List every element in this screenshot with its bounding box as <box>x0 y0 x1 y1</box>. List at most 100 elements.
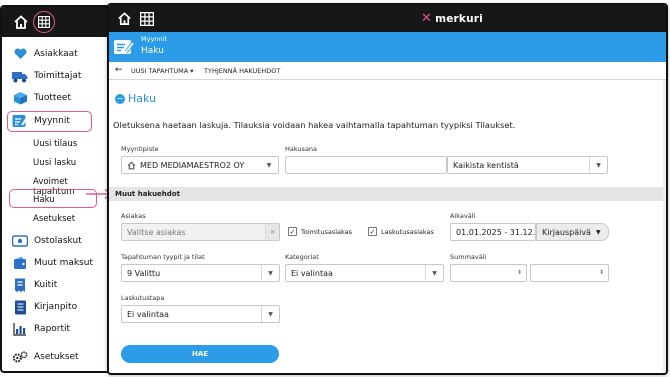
sidebar-item-muut-maksut[interactable]: Muut maksut <box>12 253 93 273</box>
toimitusasiakas-checkbox[interactable]: ✓ Toimitusasiakas <box>288 227 352 236</box>
chevron-down-icon: ▼ <box>261 265 279 281</box>
hakusana-input[interactable] <box>285 156 447 174</box>
laskutustapa-select[interactable]: Ei valintaa ▼ <box>121 305 280 323</box>
main-window: ✕ merkuri Myynnit Haku ← UUSI TAPAHTUMA … <box>107 3 668 375</box>
sidebar-topbar <box>2 7 111 37</box>
merkuri-logo-icon: ✕ <box>421 11 433 26</box>
new-event-dropdown[interactable]: UUSI TAPAHTUMA ▾ <box>131 67 194 75</box>
new-event-label: UUSI TAPAHTUMA <box>131 67 189 75</box>
myyntipiste-value: MED MEDIAMAESTRO2 OY <box>140 160 245 170</box>
invoice-edit-icon <box>113 38 135 60</box>
gears-icon <box>12 349 28 365</box>
apps-grid-icon[interactable] <box>139 11 155 30</box>
sidebar-item-label: Toimittajat <box>34 71 82 81</box>
aikavali-value: 01.01.2025 - 31.12.202 <box>456 227 535 237</box>
stepper-icon[interactable]: ⬍ <box>517 269 522 276</box>
laskutusasiakas-checkbox[interactable]: ✓ Laskutusasiakas <box>368 227 434 236</box>
summa-max-input[interactable]: ⬍ <box>530 264 609 282</box>
clear-filters-button[interactable]: TYHJENNÄ HAKUEHDOT <box>204 67 280 75</box>
laskutustapa-value: Ei valintaa <box>127 309 169 319</box>
sidebar-item-label: Tuotteet <box>34 93 72 103</box>
sidebar-subitem-uusi-lasku[interactable]: Uusi lasku <box>33 158 76 168</box>
date-type-select[interactable]: Kirjauspäivä ▼ <box>536 223 609 241</box>
app-topbar: ✕ merkuri <box>109 5 666 32</box>
sidebar-item-kuitit[interactable]: Kuitit <box>12 275 57 295</box>
home-icon[interactable] <box>117 11 132 30</box>
asiakas-select[interactable]: Valitse asiakas × <box>121 223 280 241</box>
section-other-criteria: Muut hakuehdot <box>109 187 666 201</box>
sidebar-item-label: Muut maksut <box>34 258 93 268</box>
tyypit-value: 9 Valittu <box>127 268 161 278</box>
date-type-value: Kirjauspäivä <box>542 227 591 237</box>
search-fields-select[interactable]: Kaikista kentistä ▼ <box>447 156 608 174</box>
sidebar-subitem-uusi-tilaus[interactable]: Uusi tilaus <box>33 139 77 149</box>
sidebar-item-label: Myynnit <box>34 116 70 126</box>
aikavali-label: Aikaväli <box>450 212 476 220</box>
sidebar-item-label: Ostolaskut <box>34 236 82 246</box>
sidebar-item-asiakkaat[interactable]: Asiakkaat <box>12 44 78 64</box>
summavali-label: Summaväli <box>450 253 487 261</box>
checkmark-icon[interactable]: ✓ <box>288 227 297 236</box>
toimitusasiakas-label: Toimitusasiakas <box>301 227 353 236</box>
logo-text: merkuri <box>435 12 483 25</box>
sidebar-item-label: Kirjanpito <box>34 302 78 312</box>
sidebar-item-myynnit[interactable]: Myynnit <box>12 111 70 131</box>
search-submit-button[interactable]: HAE <box>121 345 279 363</box>
sidebar-item-kirjanpito[interactable]: Kirjanpito <box>12 297 77 317</box>
search-fields-value: Kaikista kentistä <box>453 160 519 170</box>
page-heading[interactable]: − Haku <box>115 92 156 105</box>
chevron-down-icon: ▼ <box>589 157 607 173</box>
invoice-edit-icon <box>12 113 28 129</box>
laskutustapa-label: Laskutustapa <box>121 294 165 302</box>
sidebar-item-tuotteet[interactable]: Tuotteet <box>12 88 71 108</box>
tyypit-select[interactable]: 9 Valittu ▼ <box>121 264 280 282</box>
sidebar-item-label: Kuitit <box>34 280 58 290</box>
sidebar-item-raportit[interactable]: Raportit <box>12 319 70 339</box>
sidebar-item-ostolaskut[interactable]: Ostolaskut <box>12 231 82 251</box>
sidebar-item-asetukset[interactable]: Asetukset <box>12 347 79 367</box>
module-breadcrumb[interactable]: Myynnit <box>141 35 167 43</box>
aikavali-input[interactable]: 01.01.2025 - 31.12.202 <box>450 223 536 241</box>
kategoriat-value: Ei valintaa <box>291 268 333 278</box>
chevron-down-icon: ▼ <box>261 306 279 322</box>
home-small-icon <box>127 161 136 170</box>
home-icon[interactable] <box>13 14 29 34</box>
summa-min-input[interactable]: ⬍ <box>450 264 527 282</box>
apps-grid-icon[interactable] <box>33 11 55 33</box>
chart-icon <box>12 321 28 337</box>
back-arrow-icon[interactable]: ← <box>115 65 123 75</box>
wallet-icon <box>12 255 28 271</box>
tyypit-label: Tapahtuman tyypit ja tilat <box>121 253 205 261</box>
sidebar-item-label: Asiakkaat <box>34 49 78 59</box>
myyntipiste-select[interactable]: MED MEDIAMAESTRO2 OY ▼ <box>121 156 279 174</box>
checkmark-icon[interactable]: ✓ <box>368 227 377 236</box>
kategoriat-select[interactable]: Ei valintaa ▼ <box>285 264 444 282</box>
page-heading-label: Haku <box>128 92 157 105</box>
stepper-icon[interactable]: ⬍ <box>599 269 604 276</box>
toolbar: ← UUSI TAPAHTUMA ▾ TYHJENNÄ HAKUEHDOT <box>109 62 666 80</box>
sidebar-item-label: Asetukset <box>34 352 79 362</box>
asiakas-placeholder: Valitse asiakas <box>127 227 186 237</box>
collapse-minus-icon[interactable]: − <box>115 93 125 104</box>
box-icon <box>12 90 28 106</box>
hakusana-label: Hakusana <box>285 145 318 153</box>
scrollbar[interactable] <box>663 80 666 373</box>
receipt-icon <box>12 277 28 293</box>
chevron-down-icon: ▼ <box>266 161 272 169</box>
cash-icon <box>12 233 28 249</box>
sidebar-item-toimittajat[interactable]: Toimittajat <box>12 66 81 86</box>
module-title: Haku <box>141 46 164 56</box>
sidebar-item-label: Raportit <box>34 324 71 334</box>
clear-x-icon[interactable]: × <box>265 224 279 240</box>
kategoriat-label: Kategoriat <box>285 253 319 261</box>
asiakas-label: Asiakas <box>121 212 146 220</box>
laskutusasiakas-label: Laskutusasiakas <box>381 227 434 236</box>
heart-hands-icon <box>12 46 28 62</box>
module-header: Myynnit Haku <box>109 32 666 62</box>
caret-down-icon: ▼ <box>595 228 601 236</box>
sidebar-subitem-asetukset[interactable]: Asetukset <box>33 214 75 224</box>
merkuri-logo: ✕ merkuri <box>421 11 483 26</box>
sidebar-subitem-haku[interactable]: Haku <box>33 195 55 205</box>
truck-icon <box>12 68 28 84</box>
info-text: Oletuksena haetaan laskuja. Tilauksia vo… <box>113 120 516 130</box>
